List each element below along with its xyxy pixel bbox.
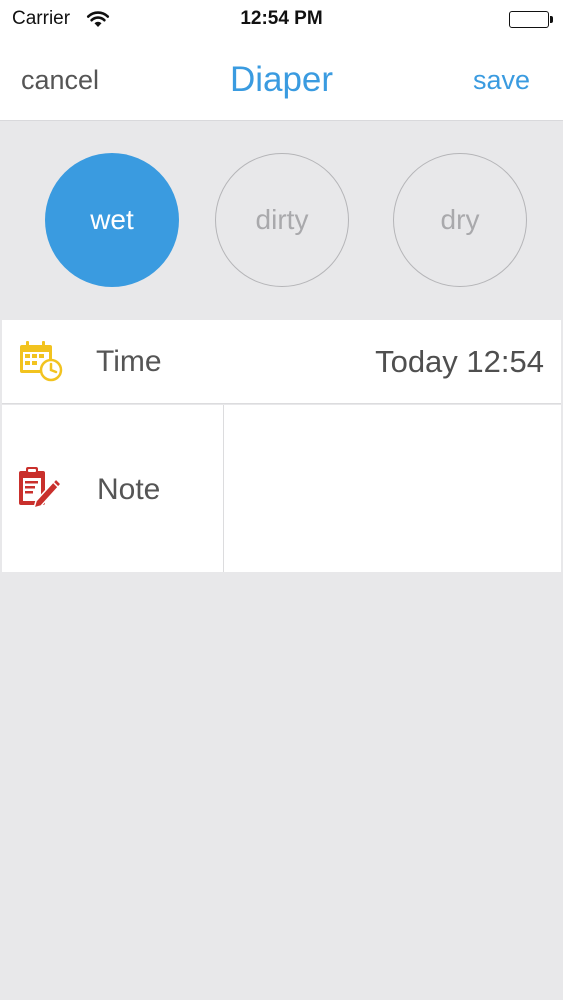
note-label: Note [97, 473, 161, 506]
calendar-clock-icon [18, 340, 64, 387]
note-row: Note [2, 405, 561, 572]
status-time: 12:54 PM [240, 8, 323, 29]
battery-icon [509, 11, 553, 28]
save-button[interactable]: save [473, 65, 530, 96]
time-row[interactable]: Time Today 12:54 [2, 320, 561, 404]
diaper-type-selector: wet dirty dry [0, 122, 563, 320]
type-option-label: dry [440, 204, 480, 235]
type-option-label: wet [90, 204, 134, 235]
status-bar: Carrier 12:54 PM [0, 0, 563, 40]
note-input[interactable] [225, 405, 561, 572]
time-value: Today 12:54 [375, 344, 544, 379]
time-label: Time [96, 345, 162, 378]
type-option-dry[interactable]: dry [393, 153, 527, 287]
type-option-label: dirty [255, 204, 309, 235]
type-option-dirty[interactable]: dirty [215, 153, 349, 287]
note-label-cell: Note [2, 405, 224, 572]
navigation-bar: cancel Diaper save [0, 40, 563, 121]
type-option-wet[interactable]: wet [45, 153, 179, 287]
clipboard-pencil-icon [16, 465, 64, 516]
